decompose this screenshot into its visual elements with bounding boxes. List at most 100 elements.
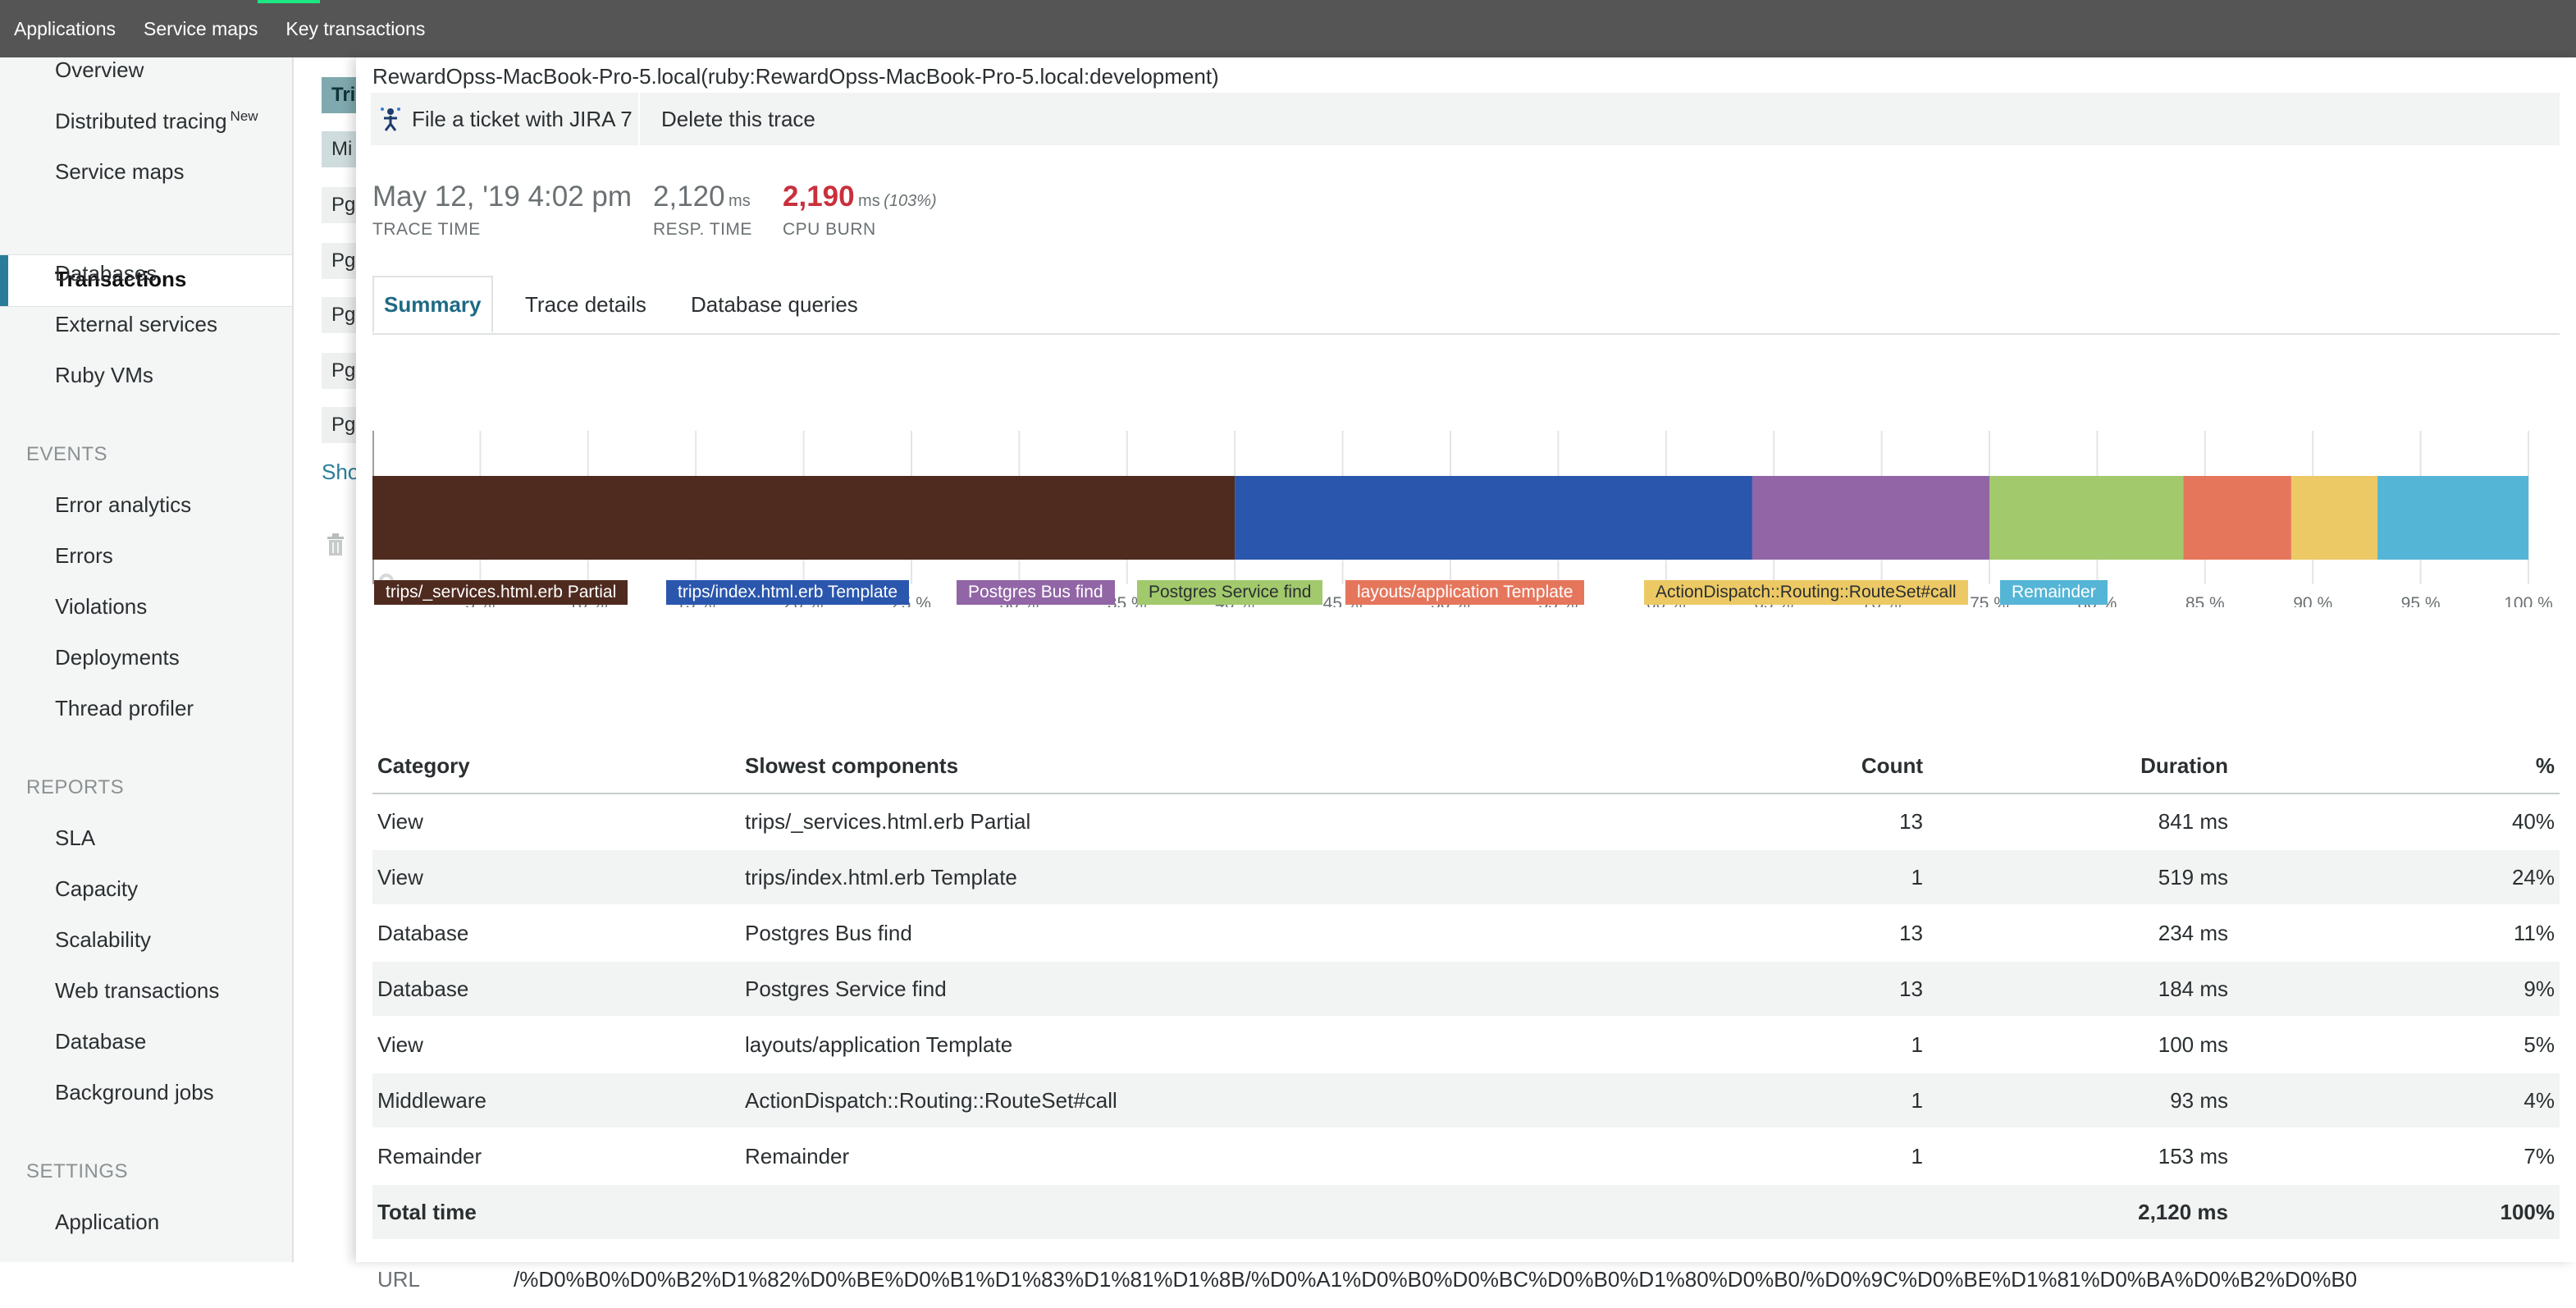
- total-label: Total time: [372, 1184, 740, 1241]
- sidebar-item-ruby-vms[interactable]: Ruby VMs: [55, 363, 153, 388]
- cell-component: layouts/application Template: [740, 1017, 1734, 1073]
- cell-duration: 184 ms: [1928, 961, 2233, 1018]
- cell-duration: 93 ms: [1928, 1072, 2233, 1129]
- sidebar-item-scalability[interactable]: Scalability: [55, 927, 151, 953]
- bar-segment[interactable]: [372, 476, 1235, 560]
- cell-duration: 234 ms: [1928, 905, 2233, 962]
- sidebar-item-databases[interactable]: Databases: [55, 261, 157, 286]
- cell-component: Remainder: [740, 1128, 1734, 1185]
- sidebar-item-external-services[interactable]: External services: [55, 312, 217, 337]
- cell-duration: 100 ms: [1928, 1017, 2233, 1073]
- col-count[interactable]: Count: [1734, 739, 1928, 794]
- sidebar-item-error-analytics[interactable]: Error analytics: [55, 492, 191, 518]
- background-row[interactable]: Pg: [322, 243, 356, 279]
- cell-count: 13: [1734, 793, 1928, 850]
- x-tick-label: 85 %: [2185, 594, 2225, 607]
- cell-count: 13: [1734, 961, 1928, 1018]
- cell-duration: 153 ms: [1928, 1128, 2233, 1185]
- legend-item[interactable]: Postgres Bus find: [957, 580, 1115, 605]
- jira-ticket-button[interactable]: File a ticket with JIRA 7: [371, 93, 640, 145]
- bar-segment[interactable]: [1235, 476, 1752, 560]
- cell-percent: 40%: [2233, 793, 2560, 850]
- sidebar-item-distributed-tracing[interactable]: Distributed tracing New: [55, 108, 258, 135]
- background-row: Tri: [322, 77, 356, 113]
- bar-segment[interactable]: [2377, 476, 2528, 560]
- topnav-service-maps[interactable]: Service maps: [130, 18, 272, 40]
- cell-component: Postgres Service find: [740, 961, 1734, 1018]
- cell-category: Database: [372, 961, 740, 1018]
- sidebar: Overview Distributed tracing New Service …: [0, 57, 294, 1262]
- sidebar-item-errors[interactable]: Errors: [55, 543, 113, 569]
- sidebar-item-background-jobs[interactable]: Background jobs: [55, 1080, 214, 1105]
- sidebar-item-application[interactable]: Application: [55, 1210, 159, 1235]
- background-row[interactable]: Pg: [322, 297, 356, 333]
- bar-segment[interactable]: [1752, 476, 1989, 560]
- cell-component: trips/_services.html.erb Partial: [740, 793, 1734, 850]
- breakdown-table: Category Slowest components Count Durati…: [372, 739, 2560, 1241]
- sidebar-item-violations[interactable]: Violations: [55, 594, 147, 620]
- legend-item[interactable]: ActionDispatch::Routing::RouteSet#call: [1644, 580, 1968, 605]
- background-show-link[interactable]: Sho: [322, 460, 359, 485]
- cell-count: 1: [1734, 849, 1928, 906]
- bar-segment[interactable]: [2291, 476, 2378, 560]
- trash-icon[interactable]: [325, 532, 346, 556]
- topnav-key-transactions[interactable]: Key transactions: [272, 18, 439, 40]
- col-component[interactable]: Slowest components: [740, 739, 1734, 794]
- sidebar-heading-reports: REPORTS: [26, 776, 125, 798]
- col-category[interactable]: Category: [372, 739, 740, 794]
- sidebar-item-web-transactions[interactable]: Web transactions: [55, 978, 219, 1004]
- x-tick-label: 100 %: [2504, 594, 2553, 607]
- sidebar-item-overview[interactable]: Overview: [55, 57, 144, 83]
- x-tick-label: 90 %: [2293, 594, 2332, 607]
- background-row[interactable]: Pg: [322, 187, 356, 223]
- cell-count: 1: [1734, 1072, 1928, 1129]
- active-indicator: [0, 255, 8, 306]
- jira-icon: [381, 107, 400, 131]
- cell-count: 1: [1734, 1128, 1928, 1185]
- sidebar-item-database[interactable]: Database: [55, 1029, 146, 1054]
- topnav-applications[interactable]: Applications: [0, 18, 130, 40]
- sidebar-heading-settings: SETTINGS: [26, 1160, 129, 1182]
- tab-summary[interactable]: Summary: [372, 276, 493, 333]
- trace-time-stat: May 12, '19 4:02 pm TRACE TIME: [372, 181, 633, 239]
- col-duration[interactable]: Duration: [1928, 739, 2233, 794]
- total-row: Total time 2,120 ms 100%: [372, 1184, 2560, 1241]
- cell-component: Postgres Bus find: [740, 905, 1734, 962]
- legend-item[interactable]: layouts/application Template: [1345, 580, 1585, 605]
- sidebar-heading-events: EVENTS: [26, 443, 108, 465]
- total-duration: 2,120 ms: [1928, 1184, 2233, 1241]
- tab-database-queries[interactable]: Database queries: [691, 276, 858, 333]
- col-percent[interactable]: %: [2233, 739, 2560, 794]
- sidebar-item-capacity[interactable]: Capacity: [55, 876, 138, 902]
- delete-trace-button[interactable]: Delete this trace: [642, 93, 835, 145]
- background-row: Mi: [322, 131, 356, 167]
- sidebar-item-thread-profiler[interactable]: Thread profiler: [55, 696, 194, 721]
- sidebar-item-sla[interactable]: SLA: [55, 826, 95, 851]
- table-row: View trips/index.html.erb Template 1 519…: [372, 849, 2560, 906]
- action-bar: File a ticket with JIRA 7 Delete this tr…: [371, 93, 2560, 145]
- table-row: Database Postgres Service find 13 184 ms…: [372, 961, 2560, 1018]
- cpu-burn-stat: 2,190 ms (103%) CPU BURN: [783, 181, 937, 239]
- cell-percent: 5%: [2233, 1017, 2560, 1073]
- top-nav: Applications Service maps Key transactio…: [0, 0, 439, 57]
- cell-category: Remainder: [372, 1128, 740, 1185]
- cell-duration: 519 ms: [1928, 849, 2233, 906]
- background-row[interactable]: Pg: [322, 353, 356, 389]
- tab-trace-details[interactable]: Trace details: [525, 276, 646, 333]
- table-row: Middleware ActionDispatch::Routing::Rout…: [372, 1072, 2560, 1129]
- top-bar: Applications Service maps Key transactio…: [0, 0, 2576, 57]
- legend-item[interactable]: Remainder: [2000, 580, 2108, 605]
- legend-item[interactable]: trips/_services.html.erb Partial: [374, 580, 628, 605]
- sidebar-item-deployments[interactable]: Deployments: [55, 645, 180, 670]
- cell-component: ActionDispatch::Routing::RouteSet#call: [740, 1072, 1734, 1129]
- background-row[interactable]: Pg: [322, 407, 356, 443]
- bar-segment[interactable]: [1989, 476, 2184, 560]
- cell-count: 13: [1734, 905, 1928, 962]
- cell-count: 1: [1734, 1017, 1928, 1073]
- cell-category: View: [372, 1017, 740, 1073]
- cell-category: Middleware: [372, 1072, 740, 1129]
- legend-item[interactable]: trips/index.html.erb Template: [666, 580, 910, 605]
- sidebar-item-service-maps[interactable]: Service maps: [55, 159, 185, 185]
- legend-item[interactable]: Postgres Service find: [1137, 580, 1323, 605]
- bar-segment[interactable]: [2183, 476, 2291, 560]
